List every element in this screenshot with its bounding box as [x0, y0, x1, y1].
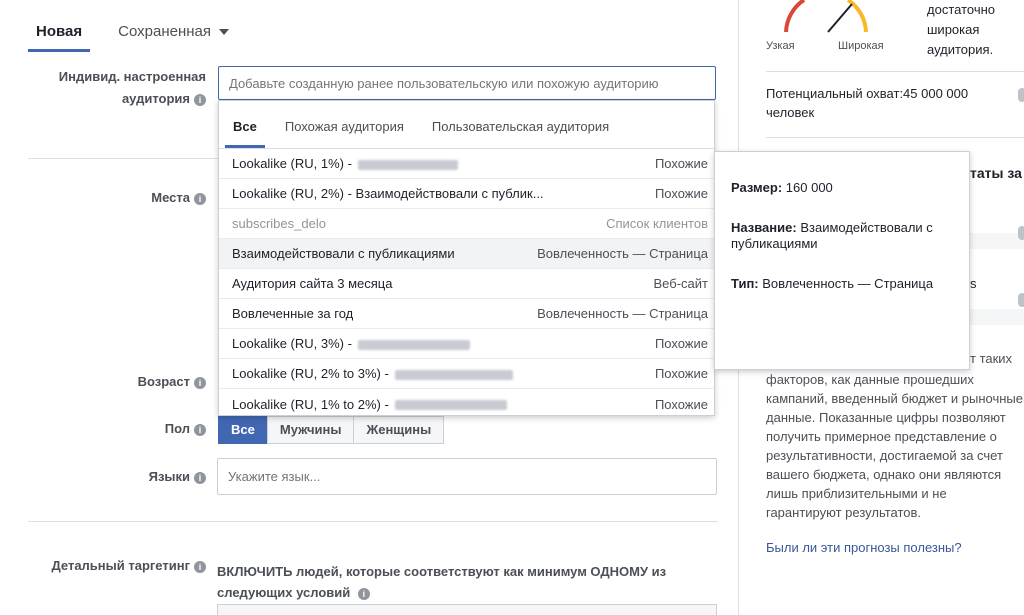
audience-option-name: Lookalike (RU, 2% to 3%) - [232, 366, 389, 381]
gender-men-button[interactable]: Мужчины [266, 416, 355, 444]
age-label: Возраст i [30, 371, 206, 393]
tooltip-size-label: Размер: [731, 180, 783, 195]
audience-option-name: Lookalike (RU, 1%) - [232, 156, 352, 171]
panel-divider [766, 137, 1024, 138]
audience-option-name: Аудитория сайта 3 месяца [232, 276, 393, 291]
audience-option[interactable]: Взаимодействовали с публикациями Вовлече… [219, 239, 714, 269]
places-label-text: Места [151, 190, 190, 205]
audience-option[interactable]: Вовлеченные за год Вовлеченность — Стран… [219, 299, 714, 329]
audience-option-name: subscribes_delo [232, 216, 326, 231]
audience-option-name: Взаимодействовали с публикациями [232, 246, 455, 261]
languages-label-text: Языки [148, 469, 190, 484]
gender-label-text: Пол [164, 421, 190, 436]
disclaimer-partial: т таких [970, 351, 1013, 366]
custom-audience-label-line1: Индивид. настроенная [58, 69, 206, 84]
age-label-text: Возраст [137, 374, 190, 389]
languages-label: Языки i [30, 466, 206, 488]
tooltip-type-label: Тип: [731, 276, 759, 291]
audience-size-description: достаточно широкая аудитория. [927, 2, 996, 57]
tooltip-size: Размер: 160 000 [731, 180, 953, 196]
audience-option-name: Вовлеченные за год [232, 306, 354, 321]
audience-option-type: Похожие [654, 336, 708, 351]
detailed-targeting-label: Детальный таргетинг i [30, 555, 206, 577]
tooltip-size-value: 160 000 [785, 180, 833, 195]
audience-size-gauge [784, 0, 868, 33]
detailed-targeting-input[interactable] [217, 604, 717, 615]
info-icon[interactable]: i [194, 471, 206, 484]
gender-label: Пол i [30, 418, 206, 440]
dropdown-tabs: Все Похожая аудитория Пользовательская а… [219, 101, 714, 149]
gauge-narrow-label: Узкая [766, 40, 795, 52]
audience-option-type: Похожие [654, 156, 708, 171]
redacted-text [394, 400, 507, 411]
redacted-text [394, 369, 513, 380]
tab-saved[interactable]: Сохраненная [110, 23, 237, 52]
audience-option-name: Lookalike (RU, 3%) - [232, 336, 352, 351]
audience-option[interactable]: Lookalike (RU, 1%) - Похожие [219, 149, 714, 179]
gender-selector: Все Мужчины Женщины [218, 416, 445, 444]
gender-women-button[interactable]: Женщины [353, 416, 445, 444]
potential-reach: Потенциальный охват:45 000 000 человек [766, 86, 969, 120]
tooltip-type-value: Вовлеченность — Страница [762, 276, 934, 291]
info-icon[interactable]: i [194, 376, 206, 389]
gauge-wide-label: Широкая [838, 40, 884, 52]
custom-audience-label-line2: аудитория [121, 91, 190, 106]
results-heading-partial: таты за [970, 165, 1022, 181]
info-icon[interactable]: i [357, 587, 370, 600]
info-icon[interactable]: i [194, 93, 206, 106]
scroll-indicator [1018, 293, 1024, 307]
audience-tabs: Новая Сохраненная [28, 0, 257, 52]
detailed-targeting-description: ВКЛЮЧИТЬ людей, которые соответствуют ка… [217, 561, 717, 603]
dropdown-tab-lookalike[interactable]: Похожая аудитория [277, 119, 412, 148]
feedback-link[interactable]: Были ли эти прогнозы полезны? [766, 540, 962, 555]
info-icon[interactable]: i [194, 192, 206, 205]
scroll-indicator [1018, 88, 1024, 102]
audience-option-type: Похожие [654, 396, 708, 412]
audience-dropdown: Все Похожая аудитория Пользовательская а… [218, 100, 715, 416]
panel-divider [766, 71, 1024, 72]
gender-all-button[interactable]: Все [218, 416, 268, 444]
chevron-down-icon [218, 29, 229, 36]
redacted-text [357, 339, 470, 350]
estimate-text-partial: s [970, 276, 977, 291]
audience-option-type: Веб-сайт [653, 276, 708, 291]
audience-option[interactable]: Lookalike (RU, 1% to 2%) - Похожие [219, 389, 714, 419]
audience-option[interactable]: Lookalike (RU, 2%) - Взаимодействовали с… [219, 179, 714, 209]
detailed-targeting-text: ВКЛЮЧИТЬ людей, которые соответствуют ка… [217, 564, 667, 600]
dropdown-tab-all[interactable]: Все [225, 119, 265, 148]
audience-option-type: Вовлеченность — Страница [537, 306, 708, 321]
redacted-text [357, 159, 458, 170]
audience-option-name: Lookalike (RU, 2%) - Взаимодействовали с… [232, 186, 544, 201]
tab-new[interactable]: Новая [28, 23, 91, 52]
tooltip-name-label: Название: [731, 220, 797, 235]
audience-option[interactable]: Аудитория сайта 3 месяца Веб-сайт [219, 269, 714, 299]
gauge-needle [827, 3, 853, 33]
audience-option[interactable]: subscribes_delo Список клиентов [219, 209, 714, 239]
tooltip-type: Тип: Вовлеченность — Страница [731, 276, 953, 292]
dropdown-tab-custom[interactable]: Пользовательская аудитория [424, 119, 617, 148]
audience-option-type: Вовлеченность — Страница [537, 246, 708, 261]
custom-audience-input[interactable] [218, 66, 716, 100]
places-label: Места i [30, 187, 206, 209]
tab-saved-label: Сохраненная [118, 23, 211, 40]
languages-input[interactable] [217, 458, 717, 495]
info-icon[interactable]: i [194, 423, 206, 436]
scroll-indicator [1018, 226, 1024, 240]
audience-option-type: Список клиентов [606, 216, 708, 231]
gauge-red-arc [784, 0, 806, 33]
info-icon[interactable]: i [194, 560, 206, 573]
audience-option[interactable]: Lookalike (RU, 3%) - Похожие [219, 329, 714, 359]
audience-tooltip: Размер: 160 000 Название: Взаимодействов… [714, 151, 970, 370]
audience-option-type: Похожие [654, 186, 708, 201]
section-divider [28, 521, 718, 522]
audience-option-name: Lookalike (RU, 1% to 2%) - [232, 396, 389, 412]
audience-option-type: Похожие [654, 366, 708, 381]
custom-audience-label: Индивид. настроенная аудитория i [30, 66, 206, 110]
tooltip-name: Название: Взаимодействовали с публикация… [731, 220, 953, 252]
detailed-targeting-label-text: Детальный таргетинг [51, 558, 190, 573]
audience-option[interactable]: Lookalike (RU, 2% to 3%) - Похожие [219, 359, 714, 389]
estimate-disclaimer: факторов, как данные прошедших кампаний,… [766, 372, 1023, 520]
